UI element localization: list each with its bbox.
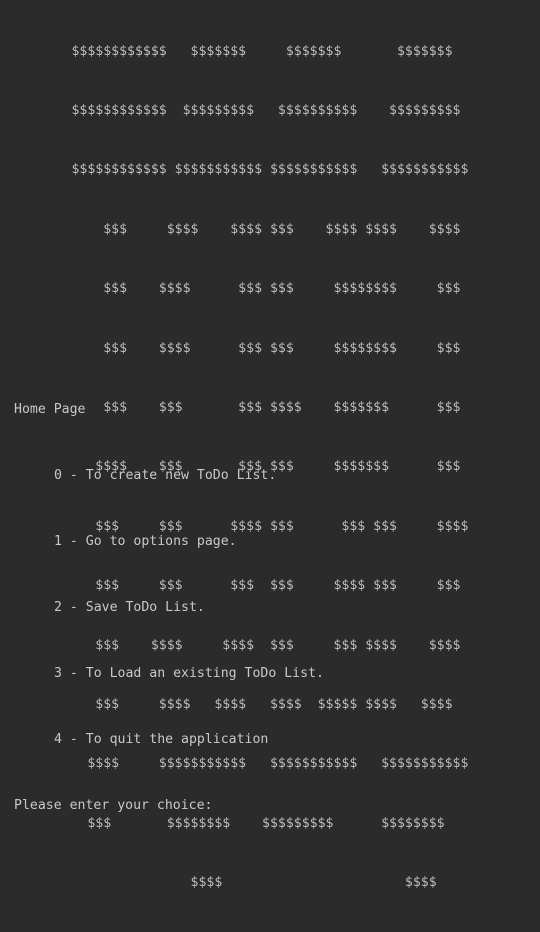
banner-line: $$$$$$$$$$$$ $$$$$$$ $$$$$$$ $$$$$$$ — [0, 43, 453, 59]
banner-line: $$$$ $$$$ — [0, 875, 437, 891]
banner-line: $$$ $$$$ $$$ $$$ $$$$$$$$ $$$ — [0, 281, 461, 297]
input-prompt[interactable]: Please enter your choice: — [14, 795, 324, 817]
banner-line: $$$ $$$$ $$$$ $$$ $$$$ $$$$ $$$$ — [0, 221, 461, 237]
menu-title: Home Page — [14, 402, 86, 417]
home-page-menu: Home Page 0 - To create new ToDo List. 1… — [14, 355, 324, 861]
menu-option-save: 2 - Save ToDo List. — [54, 600, 205, 615]
menu-option-load: 3 - To Load an existing ToDo List. — [54, 666, 324, 681]
menu-option-options-page: 1 - Go to options page. — [54, 534, 237, 549]
banner-line: $$$$$$$$$$$$ $$$$$$$$$$$ $$$$$$$$$$$ $$$… — [0, 162, 469, 178]
menu-option-create: 0 - To create new ToDo List. — [54, 468, 277, 483]
menu-option-quit: 4 - To quit the application — [54, 732, 269, 747]
banner-line: $$$$$$$$$$$$ $$$$$$$$$ $$$$$$$$$$ $$$$$$… — [0, 102, 461, 118]
console-output: $$$$$$$$$$$$ $$$$$$$ $$$$$$$ $$$$$$$ $$$… — [0, 0, 540, 890]
